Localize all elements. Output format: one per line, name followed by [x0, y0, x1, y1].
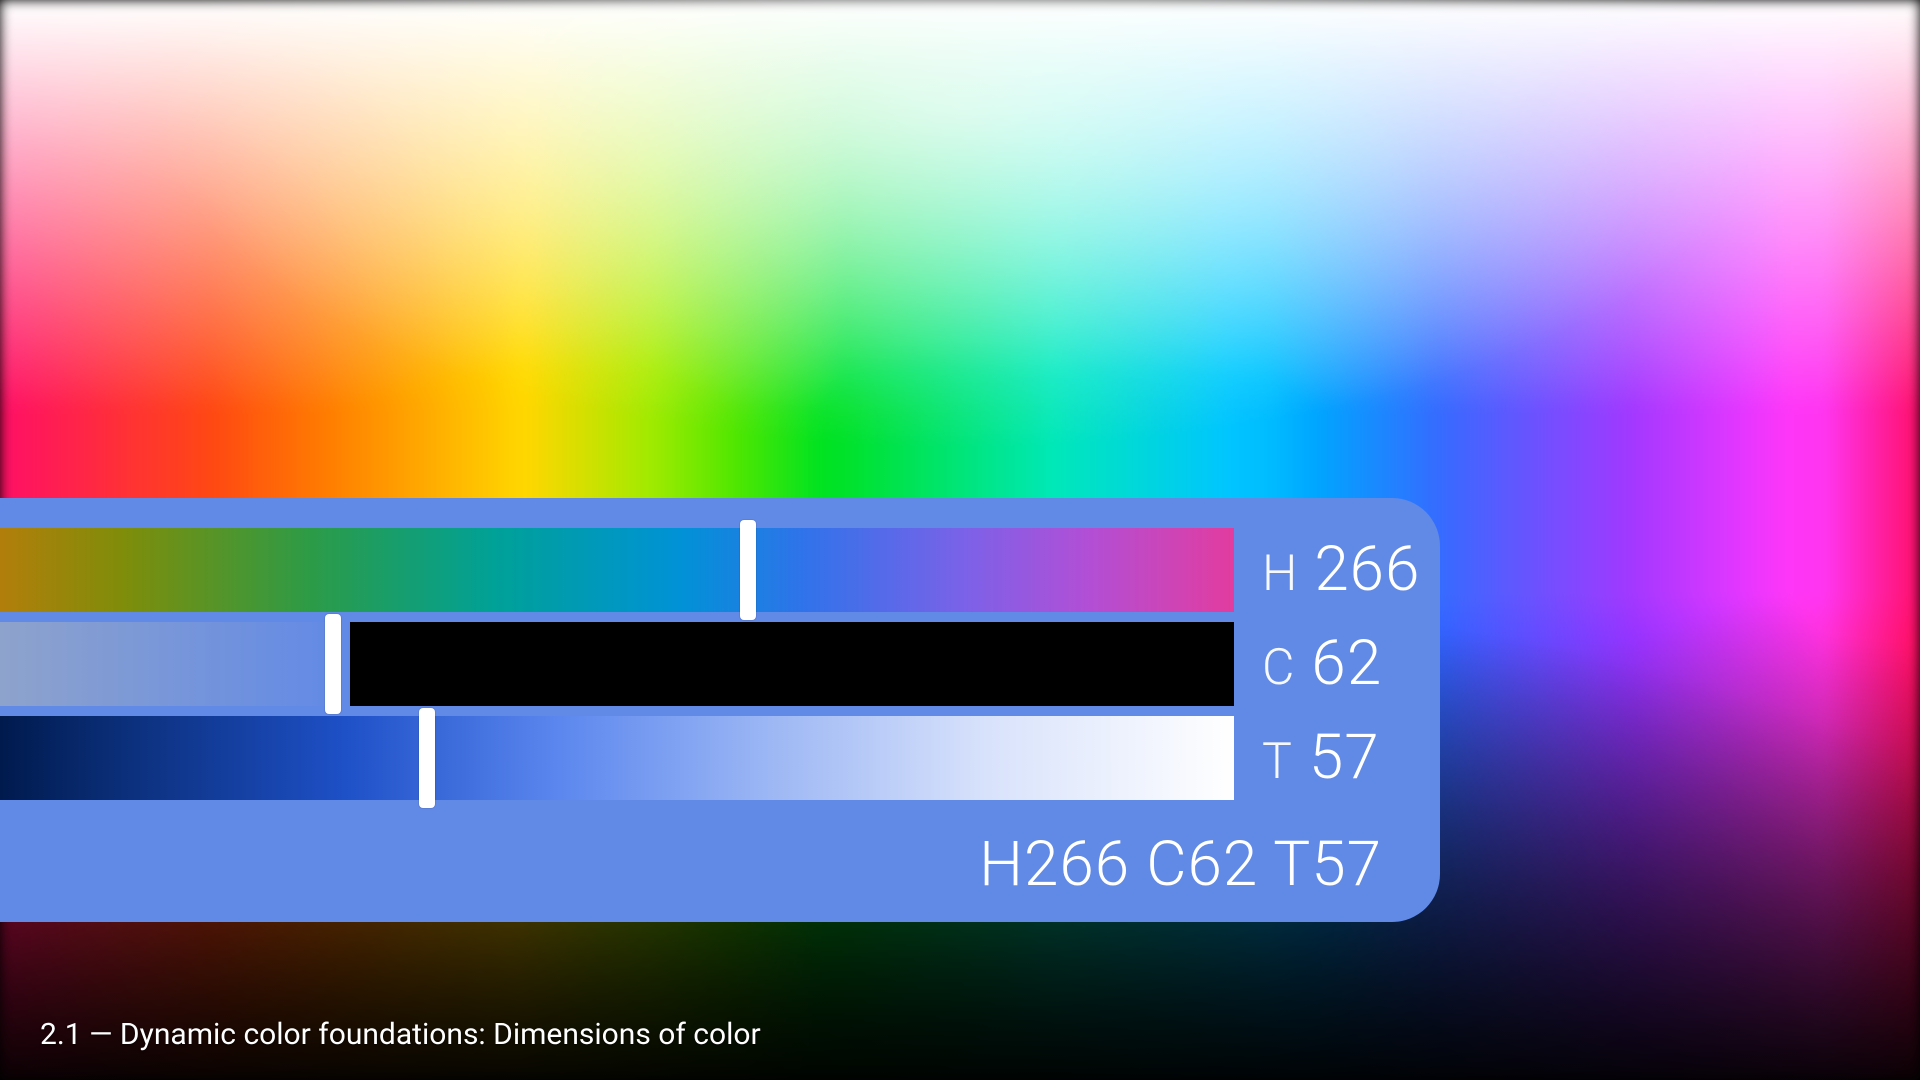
hue-row: H 266 [0, 528, 1388, 612]
tone-thumb[interactable] [419, 708, 435, 808]
tone-slider[interactable] [0, 716, 1234, 800]
tone-label: T [1262, 737, 1293, 787]
hct-sliders: H 266 C 62 T 57 [0, 528, 1388, 800]
hct-picker-panel: H 266 C 62 T 57 [0, 498, 1440, 922]
chroma-label: C [1262, 643, 1295, 693]
slide-caption: 2.1 — Dynamic color foundations: Dimensi… [40, 1017, 761, 1052]
tone-value: 57 [1309, 727, 1380, 789]
hue-value: 266 [1314, 539, 1420, 601]
tone-readout: T 57 [1262, 727, 1452, 789]
hue-label: H [1262, 549, 1298, 599]
hue-thumb[interactable] [740, 520, 756, 620]
chroma-thumb[interactable] [325, 614, 341, 714]
tone-track [0, 716, 1234, 800]
hue-track [0, 528, 1234, 612]
chroma-slider[interactable] [0, 622, 1234, 706]
chroma-row: C 62 [0, 622, 1388, 706]
chroma-value: 62 [1311, 633, 1382, 695]
hue-readout: H 266 [1262, 539, 1452, 601]
chroma-readout: C 62 [1262, 633, 1452, 695]
chroma-clamp [350, 622, 1234, 706]
hue-slider[interactable] [0, 528, 1234, 612]
tone-row: T 57 [0, 716, 1388, 800]
hct-summary: H266 C62 T57 [0, 828, 1388, 901]
